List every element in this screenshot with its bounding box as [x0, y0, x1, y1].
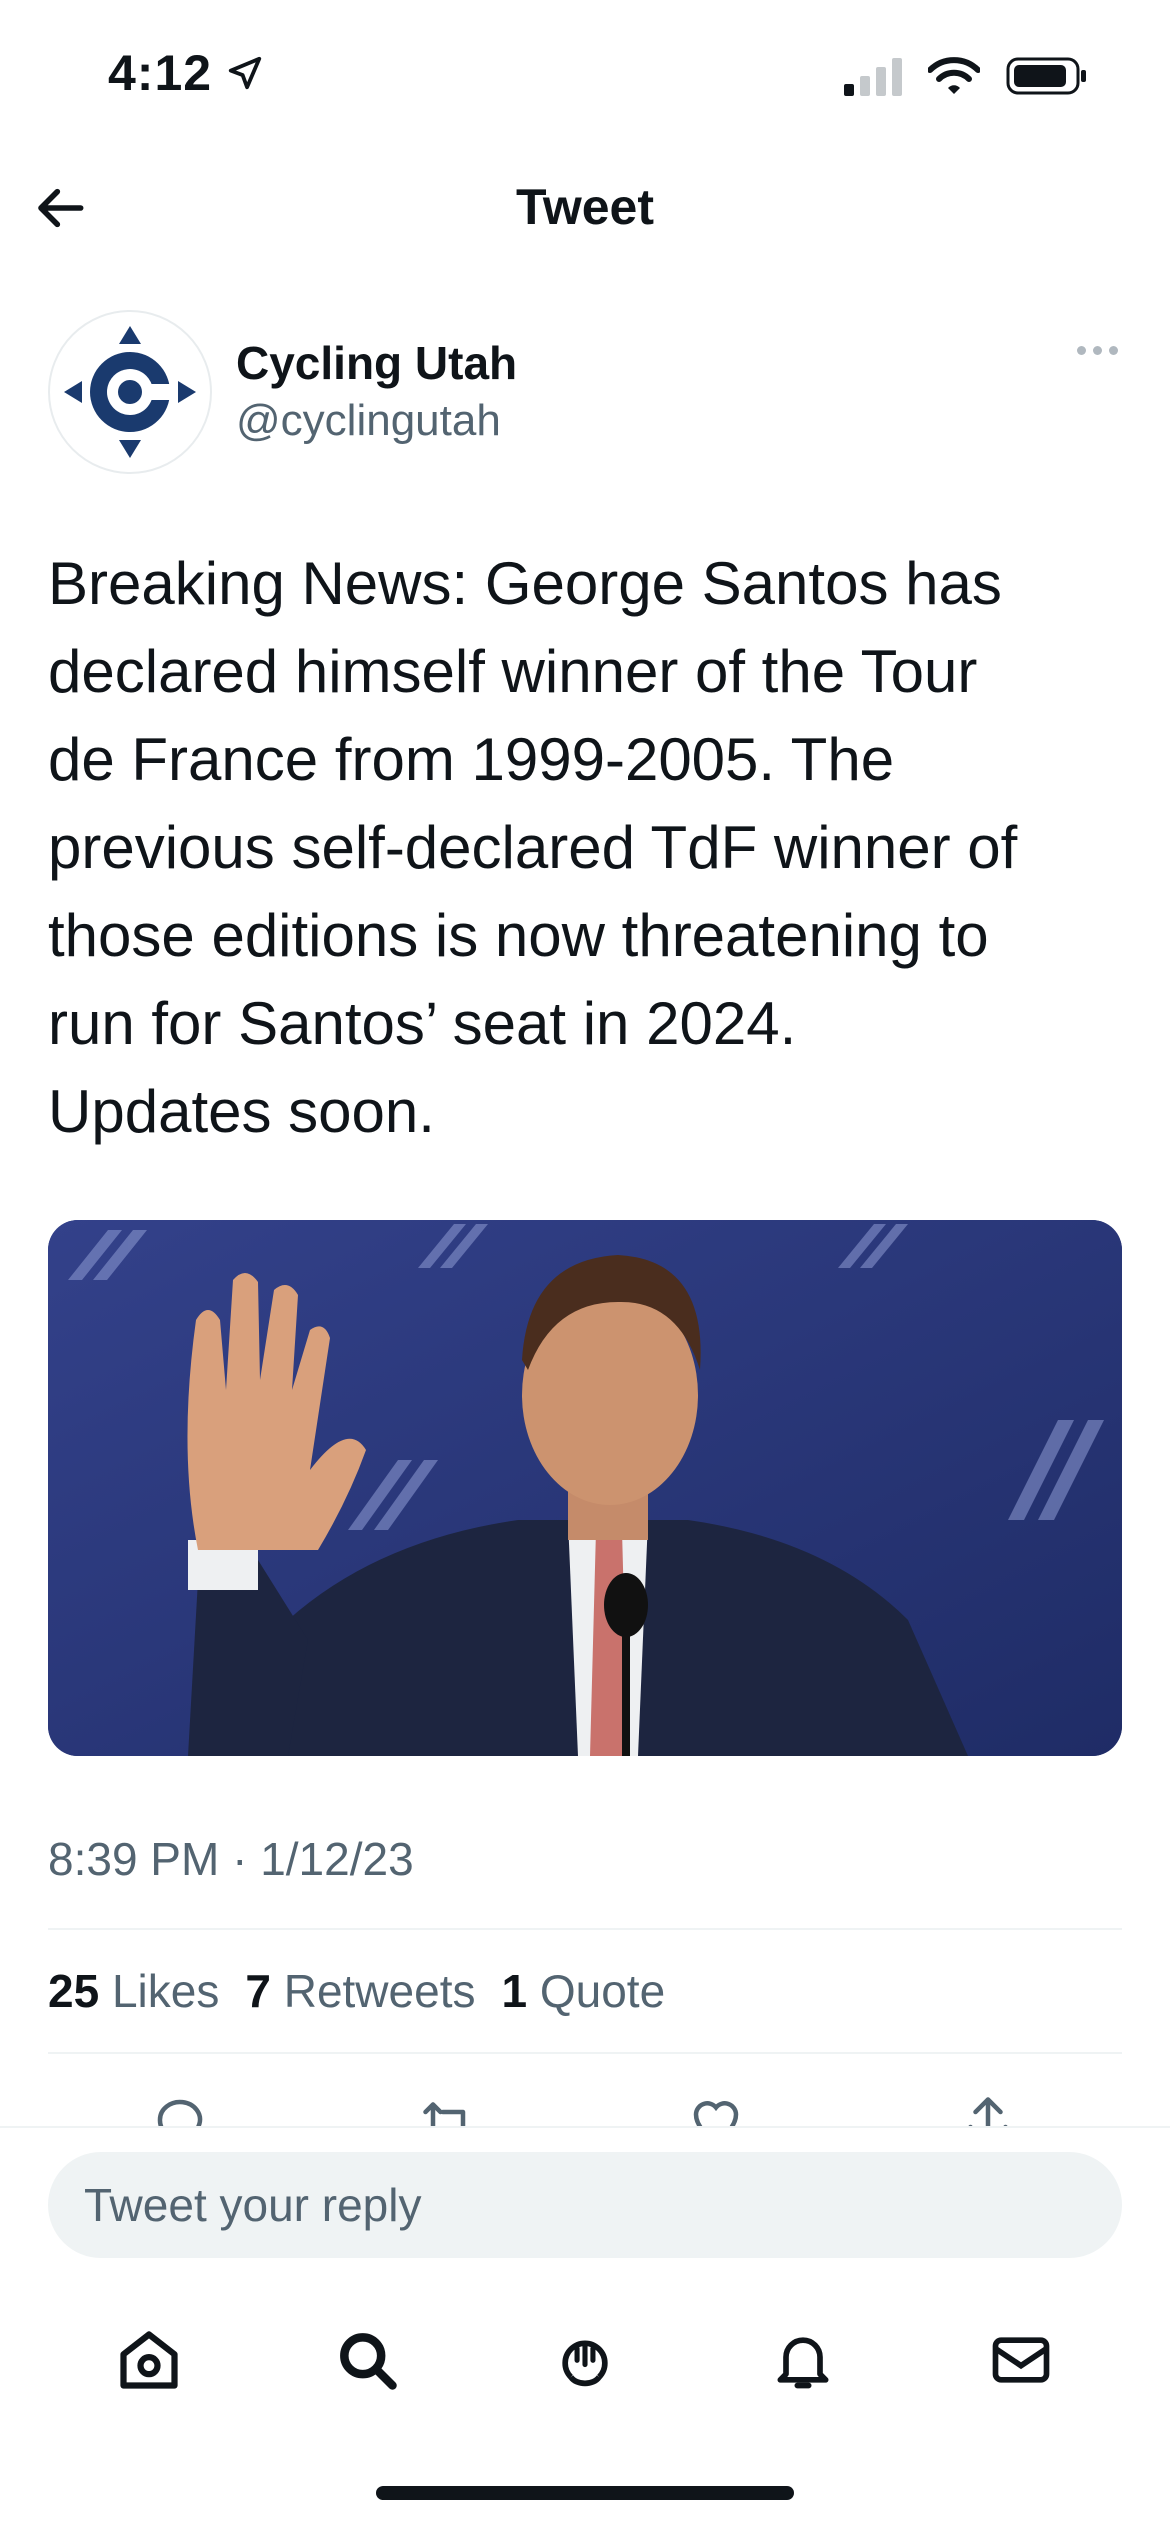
battery-icon [1006, 57, 1086, 95]
messages-icon [992, 2337, 1050, 2383]
retweets-count: 7 [245, 1965, 271, 2017]
divider [48, 2052, 1122, 2054]
photo-illustration [48, 1220, 1122, 1756]
wifi-icon [928, 57, 980, 94]
author-handle[interactable]: @cyclingutah [236, 396, 501, 446]
page-title: Tweet [516, 179, 654, 235]
tab-messages[interactable] [976, 2315, 1066, 2405]
divider [48, 1928, 1122, 1930]
location-arrow-icon [228, 56, 262, 90]
tweet-stats: 25 Likes 7 Retweets 1 Quote [48, 1964, 665, 2018]
home-indicator [376, 2486, 794, 2500]
reply-input[interactable] [48, 2152, 1122, 2258]
tweet-text: Breaking News: George Santos has declare… [48, 550, 1018, 1145]
author-name[interactable]: Cycling Utah [236, 336, 517, 390]
home-icon [120, 2331, 178, 2389]
tab-bar [0, 2300, 1170, 2420]
avatar[interactable] [48, 310, 212, 474]
likes-label: Likes [111, 1965, 220, 2017]
tab-notifications[interactable] [758, 2315, 848, 2405]
retweet-icon[interactable] [416, 2092, 480, 2130]
signal-icon [844, 58, 902, 96]
likes-stat[interactable]: 25 Likes [48, 1964, 219, 2018]
status-time: 4:12 [108, 44, 264, 102]
tab-spaces[interactable] [540, 2315, 630, 2405]
cycling-utah-logo-icon [64, 326, 196, 458]
more-icon[interactable] [1077, 346, 1118, 355]
retweets-label: Retweets [283, 1965, 476, 2017]
quotes-label: Quote [539, 1965, 666, 2017]
share-icon[interactable] [958, 2092, 1018, 2130]
likes-count: 25 [48, 1965, 100, 2017]
quotes-stat[interactable]: 1 Quote [501, 1964, 665, 2018]
spaces-icon [562, 2340, 608, 2387]
tweet-photo[interactable] [48, 1220, 1122, 1756]
quotes-count: 1 [501, 1965, 528, 2017]
like-icon[interactable] [686, 2092, 746, 2130]
status-time-text: 4:12 [108, 45, 213, 101]
tab-search[interactable] [322, 2315, 412, 2405]
retweets-stat[interactable]: 7 Retweets [245, 1964, 475, 2018]
search-icon [340, 2333, 397, 2390]
tab-home[interactable] [104, 2315, 194, 2405]
status-icons [844, 56, 1088, 96]
tweet-actions [48, 2080, 1122, 2130]
tweet-timestamp: 8:39 PM · 1/12/23 [48, 1833, 414, 1885]
reply-icon[interactable] [150, 2092, 210, 2130]
notifications-icon [777, 2337, 829, 2389]
